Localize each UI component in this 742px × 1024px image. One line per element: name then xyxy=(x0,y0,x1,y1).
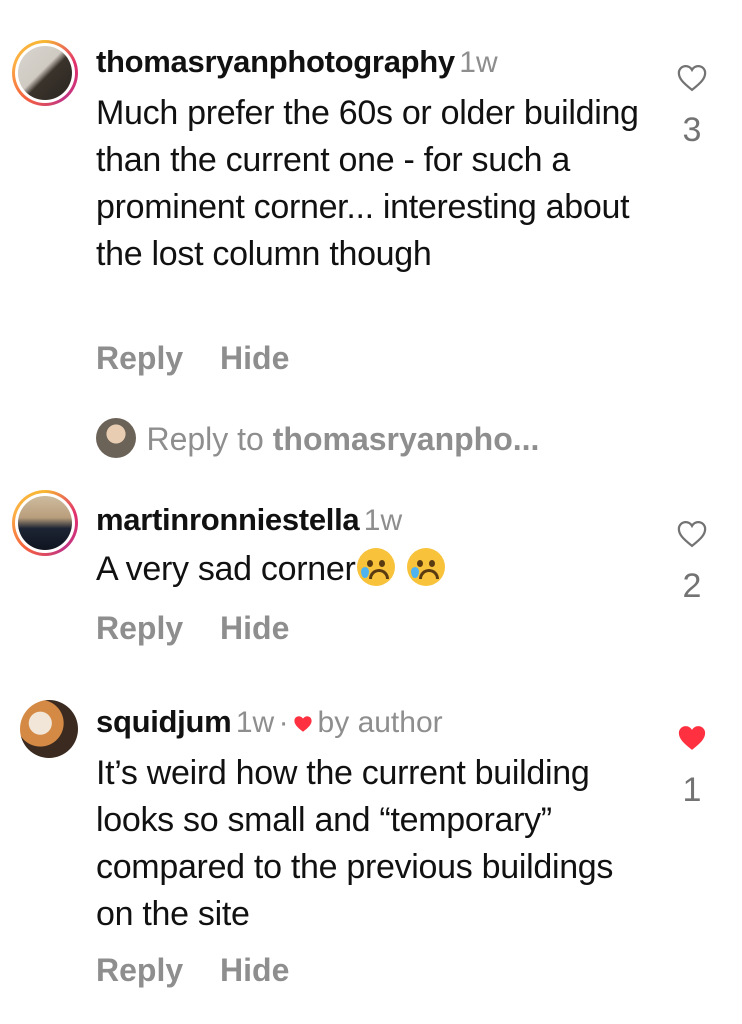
author-badge: by author xyxy=(317,706,443,739)
comment-username[interactable]: thomasryanphotography xyxy=(96,44,455,79)
avatar[interactable] xyxy=(12,490,78,556)
avatar[interactable] xyxy=(20,700,78,758)
reply-prompt-prefix: Reply to xyxy=(146,421,273,457)
reply-prompt[interactable]: Reply to thomasryanpho... xyxy=(96,418,539,458)
like-count: 1 xyxy=(682,771,702,809)
crying-face-emoji xyxy=(406,548,445,586)
comment-text: It’s weird how the current building look… xyxy=(96,754,614,933)
crying-face-emoji xyxy=(357,548,396,586)
hide-button[interactable]: Hide xyxy=(220,340,289,376)
comment-thomasryanphotography: thomasryanphotography 1w Much prefer the… xyxy=(0,0,742,400)
reply-button[interactable]: Reply xyxy=(96,610,183,646)
comment-martinronniestella: martinronniestella 1w A very sad corner … xyxy=(0,480,742,680)
like-count: 2 xyxy=(682,567,702,605)
reply-button[interactable]: Reply xyxy=(96,340,183,376)
heart-filled-icon[interactable] xyxy=(677,724,707,752)
comment-username[interactable]: squidjum xyxy=(96,704,232,739)
comment-text-row: A very sad corner xyxy=(96,546,656,593)
comment-text: A very sad corner xyxy=(96,550,356,588)
comment-timestamp: 1w xyxy=(459,46,498,79)
meta-separator: · xyxy=(278,706,289,739)
avatar[interactable] xyxy=(12,40,78,106)
comment-squidjum: squidjum 1w · by author It’s weird how t… xyxy=(0,690,742,1024)
reply-button[interactable]: Reply xyxy=(96,952,183,988)
reply-prompt-target: thomasryanpho... xyxy=(272,421,540,457)
like-count: 3 xyxy=(682,111,702,149)
hide-button[interactable]: Hide xyxy=(220,610,289,646)
comment-text: Much prefer the 60s or older building th… xyxy=(96,94,639,273)
current-user-avatar xyxy=(96,418,136,458)
comment-username[interactable]: martinronniestella xyxy=(96,502,360,537)
heart-outline-icon[interactable] xyxy=(677,520,707,548)
comment-timestamp: 1w xyxy=(235,706,275,739)
comment-timestamp: 1w xyxy=(363,504,403,537)
heart-filled-icon xyxy=(294,716,312,732)
heart-outline-icon[interactable] xyxy=(677,64,707,92)
hide-button[interactable]: Hide xyxy=(220,952,289,988)
